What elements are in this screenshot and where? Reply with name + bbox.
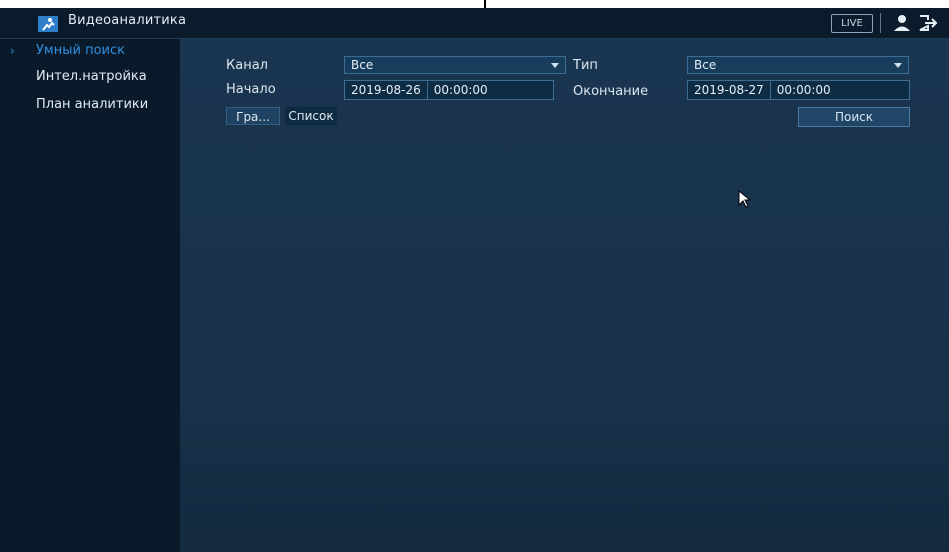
main-panel: Канал Все Тип Все Начало 2019-08-26 00:0… (180, 39, 949, 552)
channel-dropdown[interactable]: Все (344, 56, 566, 74)
start-time-value[interactable]: 00:00:00 (428, 81, 494, 99)
type-label: Тип (573, 58, 598, 73)
sidebar-item-label: Интел.натройка (36, 69, 147, 84)
tab-list[interactable]: Список (285, 107, 337, 125)
mouse-pointer-icon (738, 190, 752, 208)
app-title: Видеоаналитика (68, 13, 187, 28)
sidebar-item-label: Умный поиск (36, 43, 125, 58)
sidebar-item-analytics-plan[interactable]: План аналитики (0, 93, 180, 117)
sidebar-item-intel-setup[interactable]: Интел.натройка (0, 65, 180, 89)
channel-value: Все (351, 58, 374, 72)
end-label: Окончание (573, 84, 649, 99)
sidebar-item-smart-search[interactable]: › Умный поиск (0, 39, 180, 63)
channel-label: Канал (226, 58, 268, 73)
end-datetime-field[interactable]: 2019-08-27 00:00:00 (687, 80, 910, 100)
start-date-value[interactable]: 2019-08-26 (345, 81, 427, 99)
type-value: Все (694, 58, 717, 72)
chevron-down-icon (551, 63, 559, 68)
type-dropdown[interactable]: Все (687, 56, 909, 74)
header-divider (880, 13, 881, 33)
sidebar-item-label: План аналитики (36, 97, 149, 112)
start-label: Начало (226, 82, 276, 97)
chevron-down-icon (894, 63, 902, 68)
user-icon[interactable] (893, 14, 911, 32)
sidebar: › Умный поиск Интел.натройка План аналит… (0, 39, 180, 552)
logout-icon[interactable] (918, 14, 940, 32)
end-date-value[interactable]: 2019-08-27 (688, 81, 770, 99)
analytics-icon (38, 16, 58, 32)
search-button[interactable]: Поиск (798, 107, 910, 127)
end-time-value[interactable]: 00:00:00 (771, 81, 837, 99)
live-button[interactable]: LIVE (831, 14, 873, 33)
start-datetime-field[interactable]: 2019-08-26 00:00:00 (344, 80, 554, 100)
chevron-right-icon: › (10, 44, 15, 58)
tab-graph[interactable]: Гра... (226, 107, 280, 125)
